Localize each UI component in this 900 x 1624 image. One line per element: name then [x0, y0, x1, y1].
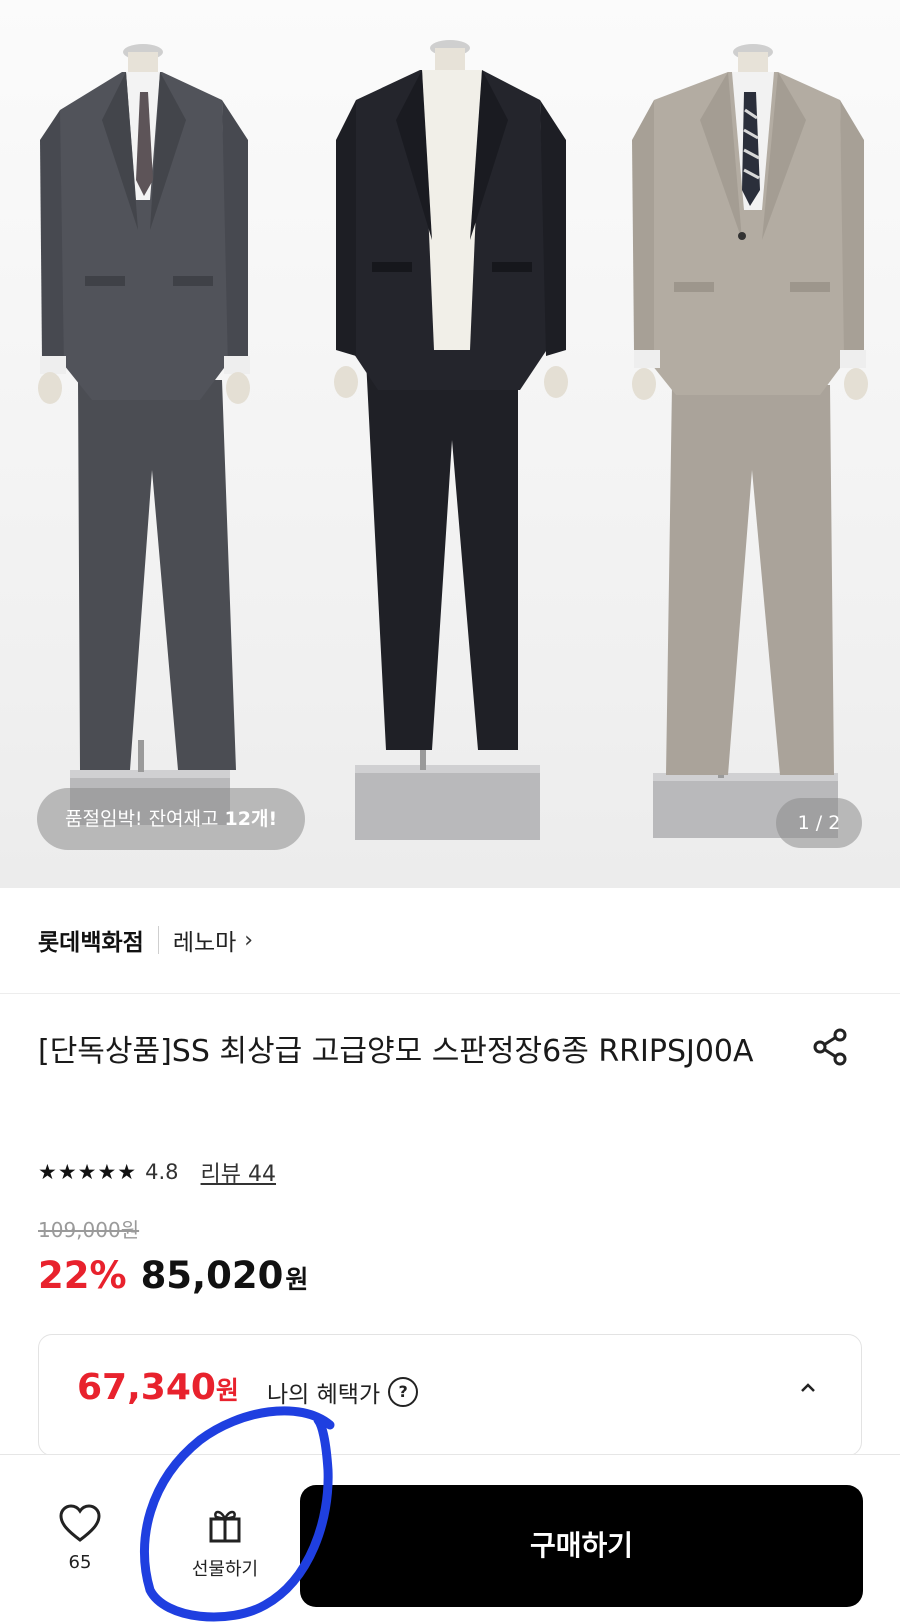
chevron-right-icon: › [244, 927, 254, 953]
store-name[interactable]: 롯데백화점 [38, 923, 144, 957]
rating-row: ★★★★★ 4.8 리뷰 44 [38, 1156, 276, 1188]
low-stock-badge: 품절임박! 잔여재고 12개! [37, 788, 306, 850]
price-row: 22% 85,020 원 [38, 1254, 308, 1297]
sale-price-unit: 원 [285, 1265, 309, 1294]
benefit-price-panel[interactable]: 67,340원 나의 혜택가 ? [38, 1334, 862, 1456]
gift-icon [209, 1510, 241, 1543]
benefit-price: 67,340원 [77, 1367, 239, 1408]
wishlist-count: 65 [68, 1552, 92, 1573]
mannequin-beige-suit [632, 44, 868, 838]
sale-price: 85,020 [140, 1254, 284, 1297]
low-stock-text: 품절임박! 잔여재고 [65, 808, 225, 830]
benefit-label-row: 나의 혜택가 ? [267, 1375, 419, 1409]
help-icon[interactable]: ? [388, 1377, 419, 1407]
gift-label: 선물하기 [191, 1559, 259, 1580]
rating-stars: ★★★★★ [38, 1160, 138, 1184]
wishlist-button[interactable]: 65 [50, 1504, 110, 1573]
discount-rate: 22% [38, 1254, 127, 1297]
brand-name: 레노마 [172, 930, 237, 956]
original-price: 109,000원 [38, 1218, 140, 1242]
review-count-link[interactable]: 리뷰 44 [201, 1156, 276, 1188]
heart-icon [59, 1504, 101, 1542]
mannequin-charcoal-suit [38, 44, 250, 825]
product-title: [단독상품]SS 최상급 고급양모 스판정장6종 RRIPSJ00A [38, 1034, 754, 1069]
image-pager-indicator: 1 / 2 [776, 798, 862, 848]
product-photo-suits [38, 40, 868, 840]
section-divider [0, 993, 900, 994]
benefit-price-value: 67,340 [77, 1367, 216, 1408]
buy-button[interactable]: 구매하기 [300, 1485, 863, 1607]
brand-row: 롯데백화점 레노마 › [38, 920, 253, 960]
rating-score: 4.8 [145, 1160, 179, 1184]
bottom-action-bar: 65 선물하기 구매하기 [0, 1454, 900, 1624]
mannequin-black-suit [334, 40, 568, 840]
share-icon[interactable] [811, 1027, 851, 1067]
benefit-price-unit: 원 [215, 1376, 239, 1405]
brand-divider [157, 926, 159, 954]
low-stock-count: 12개! [224, 808, 278, 830]
product-image-carousel[interactable]: 품절임박! 잔여재고 12개! 1 / 2 [0, 0, 900, 888]
chevron-up-icon[interactable] [793, 1373, 823, 1403]
brand-link[interactable]: 레노마 › [173, 923, 253, 957]
gift-button[interactable]: 선물하기 [170, 1505, 280, 1581]
benefit-label: 나의 혜택가 [267, 1382, 381, 1408]
